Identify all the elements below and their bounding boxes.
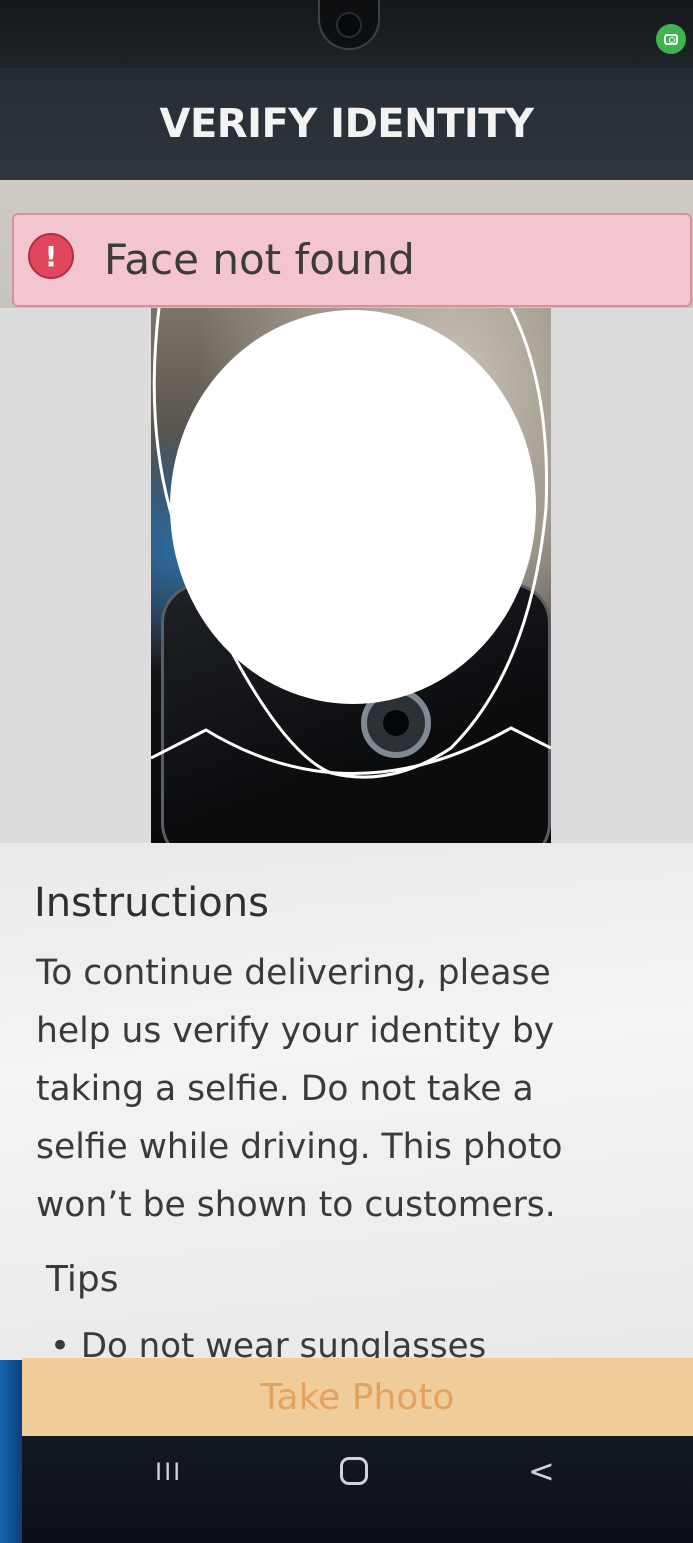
instructions-line: To continue delivering, please [36,953,551,993]
instructions-line: won’t be shown to customers. [36,1185,556,1225]
error-banner: ! Face not found [12,213,692,307]
camera-in-use-icon [656,24,686,54]
page-title: VERIFY IDENTITY [159,101,534,147]
back-icon[interactable]: < [528,1452,558,1490]
tip-item: • Do not wear sunglasses [50,1326,487,1360]
recent-apps-icon[interactable]: III [155,1458,185,1486]
alert-circle-icon: ! [28,233,74,279]
instructions-heading: Instructions [34,880,269,926]
face-guide-overlay [151,308,551,779]
camera-preview [151,308,551,843]
face-redaction-oval [170,310,536,704]
instructions-line: help us verify your identity by [36,1011,555,1051]
instructions-text: To continue delivering, please help us v… [36,944,636,1234]
take-photo-label: Take Photo [260,1376,455,1418]
instructions-line: selfie while driving. This photo [36,1127,563,1167]
tips-heading: Tips [46,1259,119,1300]
app-header: VERIFY IDENTITY [0,68,693,180]
device-edge [0,1360,22,1543]
preview-letterbox-right [551,308,693,843]
home-icon[interactable] [340,1457,368,1485]
preview-letterbox-left [0,308,151,843]
front-camera-icon [336,12,362,38]
system-navigation-bar [0,1436,693,1543]
instructions-line: taking a selfie. Do not take a [36,1069,534,1109]
shoulder-guide-line [151,726,551,775]
take-photo-button[interactable]: Take Photo [22,1358,693,1436]
error-message: Face not found [104,235,415,284]
